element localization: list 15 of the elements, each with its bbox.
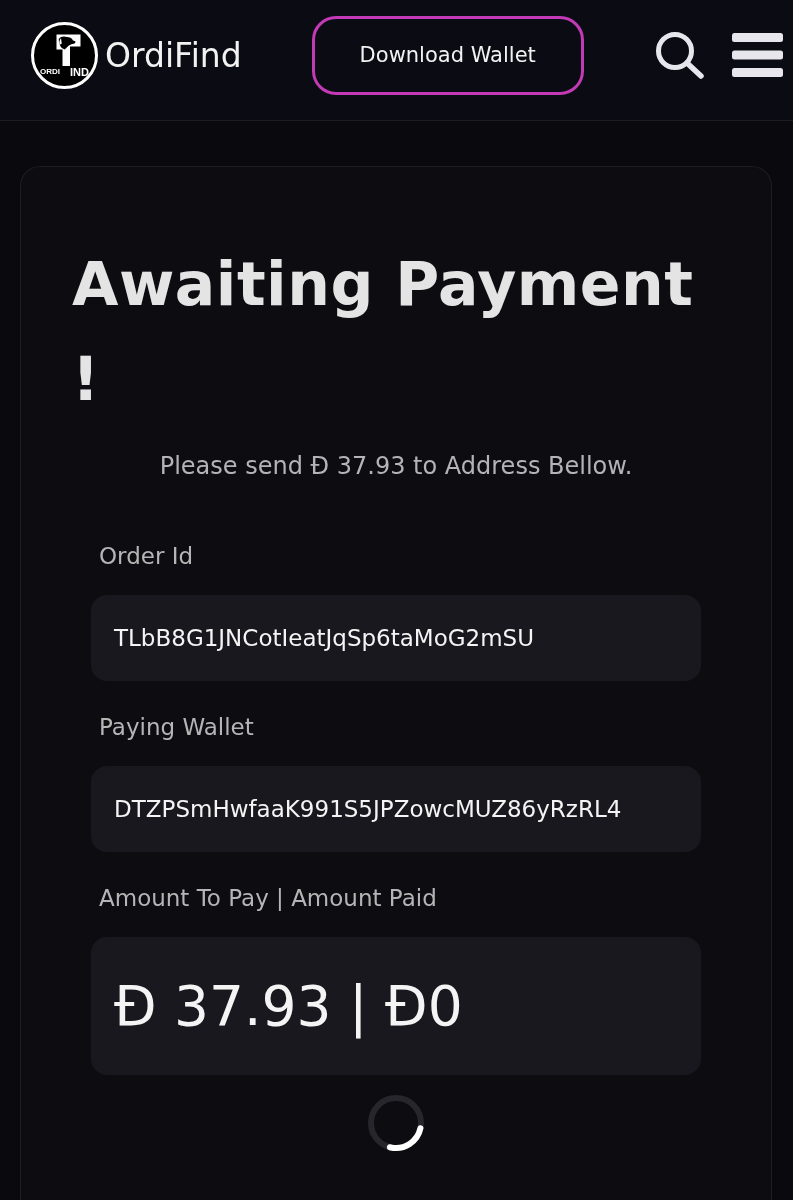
field-label: Paying Wallet — [98, 713, 255, 742]
field-label: Order Id — [98, 542, 195, 571]
page-title: Awaiting Payment ! — [72, 248, 695, 416]
text-field[interactable]: TLbB8G1JNCotIeatJqSp6taMoG2mSU — [91, 595, 701, 681]
text-field[interactable]: DTZPSmHwfaaK991S5JPZowcMUZ86yRzRL4 — [91, 766, 701, 852]
logo-small-text: ORDI — [40, 66, 60, 76]
logo[interactable]: ORDI IND — [31, 21, 98, 89]
menu-icon[interactable] — [732, 33, 783, 77]
brand-name[interactable]: OrdiFind — [105, 35, 242, 75]
payment-instruction: Please send Đ 37.93 to Address Bellow. — [158, 451, 634, 482]
amount-field[interactable]: Đ 37.93 | Đ0 — [91, 937, 701, 1075]
logo-text: IND — [70, 65, 89, 78]
search-icon[interactable] — [655, 31, 705, 79]
field-label: Amount To Pay | Amount Paid — [98, 884, 438, 913]
download-wallet-button[interactable]: Download Wallet — [311, 15, 584, 95]
